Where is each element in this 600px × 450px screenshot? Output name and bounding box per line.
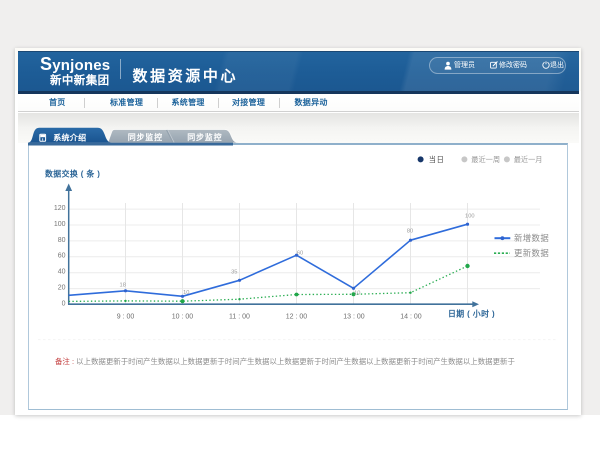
svg-text:14 : 00: 14 : 00 bbox=[400, 314, 422, 321]
svg-text:120: 120 bbox=[54, 205, 66, 212]
svg-text:9 : 00: 9 : 00 bbox=[117, 314, 135, 321]
svg-text:0: 0 bbox=[62, 300, 66, 307]
svg-text:更新数据: 更新数据 bbox=[514, 248, 549, 258]
svg-text:日期 ( 小时 ): 日期 ( 小时 ) bbox=[448, 309, 495, 319]
svg-text:20: 20 bbox=[58, 285, 66, 292]
svg-text:当日: 当日 bbox=[429, 155, 445, 164]
svg-text:18: 18 bbox=[120, 282, 126, 288]
svg-text:最近一月: 最近一月 bbox=[514, 155, 543, 164]
svg-text:60: 60 bbox=[297, 251, 303, 257]
svg-text:10: 10 bbox=[183, 290, 189, 296]
svg-text:60: 60 bbox=[58, 253, 66, 260]
svg-text:100: 100 bbox=[465, 213, 475, 219]
svg-text:80: 80 bbox=[58, 237, 66, 244]
svg-text:同步监控: 同步监控 bbox=[128, 132, 163, 142]
svg-text:100: 100 bbox=[54, 221, 66, 228]
svg-text:13 : 00: 13 : 00 bbox=[343, 314, 365, 321]
svg-text:备注 : 以上数据更新于时间产生数据以上数据更新于时间产生数: 备注 : 以上数据更新于时间产生数据以上数据更新于时间产生数据以上数据更新于时间… bbox=[55, 356, 515, 366]
svg-text:10 : 00: 10 : 00 bbox=[172, 314, 194, 321]
svg-text:同步监控: 同步监控 bbox=[187, 132, 222, 142]
svg-text:系统介绍: 系统介绍 bbox=[53, 133, 86, 143]
svg-text:40: 40 bbox=[58, 269, 66, 276]
svg-text:新增数据: 新增数据 bbox=[514, 233, 549, 243]
svg-text:10: 10 bbox=[354, 290, 360, 296]
svg-text:35: 35 bbox=[231, 270, 237, 276]
svg-text:数据交换 ( 条 ): 数据交换 ( 条 ) bbox=[45, 169, 100, 179]
svg-text:12 : 00: 12 : 00 bbox=[286, 314, 308, 321]
svg-text:11 : 00: 11 : 00 bbox=[229, 314, 250, 321]
svg-text:最近一周: 最近一周 bbox=[471, 155, 500, 164]
svg-text:80: 80 bbox=[407, 228, 413, 234]
